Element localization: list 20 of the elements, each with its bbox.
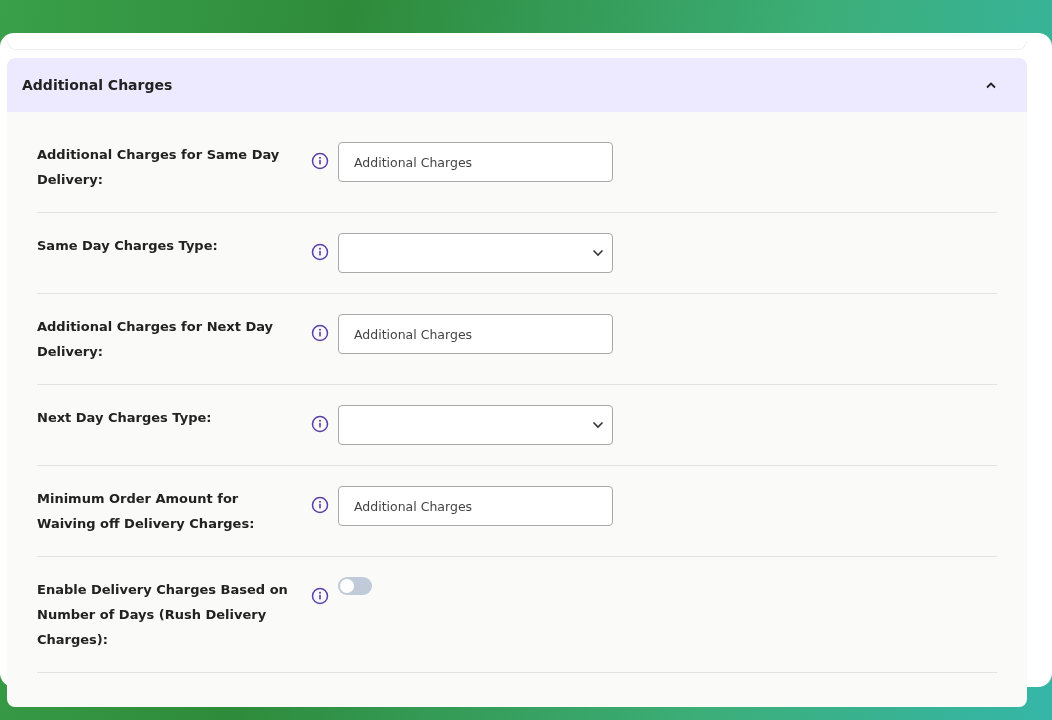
field-label: Additional Charges for Same Day Delivery: (37, 146, 281, 189)
charges-input[interactable]: Additional Charges (338, 486, 613, 526)
charges-input[interactable]: Additional Charges (338, 142, 613, 182)
chevron-down-icon (592, 249, 604, 257)
info-icon[interactable] (311, 496, 329, 514)
collapse-button[interactable] (985, 81, 997, 89)
toggle-switch[interactable] (338, 577, 372, 595)
field-label: Next Day Charges Type: (37, 409, 213, 427)
field-label: Additional Charges for Next Day Delivery: (37, 318, 275, 361)
info-icon[interactable] (311, 324, 329, 342)
field-label: Minimum Order Amount for Waiving off Delivery Charges: (37, 490, 256, 533)
info-icon[interactable] (311, 587, 329, 605)
section-title: Additional Charges (22, 77, 173, 93)
charges-input[interactable]: Additional Charges (338, 314, 613, 354)
info-icon[interactable] (311, 243, 329, 261)
chevron-down-icon (592, 421, 604, 429)
info-icon[interactable] (311, 152, 329, 170)
info-icon[interactable] (311, 415, 329, 433)
field-label: Enable Delivery Charges Based on Number of Days (Rush Delivery Charges): (37, 581, 289, 649)
field-label: Same Day Charges Type: (37, 237, 219, 255)
